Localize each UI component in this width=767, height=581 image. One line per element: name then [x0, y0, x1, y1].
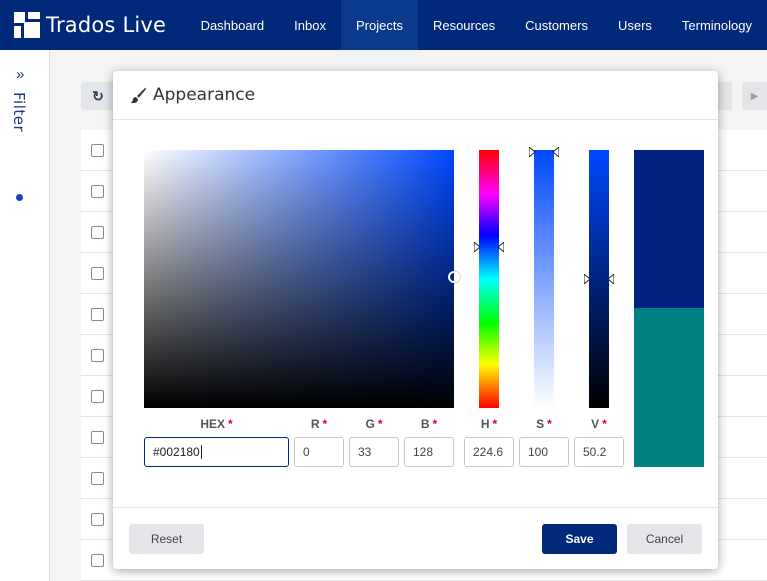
- b-label: B *: [420, 417, 438, 431]
- g-input[interactable]: 33: [349, 437, 399, 467]
- h-label: H *: [480, 417, 498, 431]
- nav-item-projects[interactable]: Projects: [340, 0, 418, 50]
- refresh-icon: ↻: [92, 87, 104, 104]
- row-checkbox[interactable]: [91, 431, 104, 444]
- play-button[interactable]: ▶: [742, 82, 767, 110]
- b-input[interactable]: 128: [404, 437, 454, 467]
- nav-item-customers[interactable]: Customers: [510, 0, 603, 50]
- nav-menu: Dashboard Inbox Projects Resources Custo…: [186, 0, 767, 50]
- row-checkbox[interactable]: [91, 267, 104, 280]
- v-label: V *: [591, 417, 607, 431]
- top-navigation-bar: Trados Live Dashboard Inbox Projects Res…: [0, 0, 767, 50]
- h-input[interactable]: 224.6: [464, 437, 514, 467]
- app-name: Trados Live: [46, 13, 167, 37]
- row-checkbox[interactable]: [91, 390, 104, 403]
- hex-label: HEX *: [200, 417, 233, 431]
- filter-label[interactable]: Filter: [10, 92, 28, 132]
- r-input[interactable]: 0: [294, 437, 344, 467]
- play-icon: ▶: [750, 90, 759, 102]
- dialog-title: Appearance: [153, 85, 256, 105]
- reset-button[interactable]: Reset: [129, 524, 204, 554]
- row-checkbox[interactable]: [91, 554, 104, 567]
- expand-chevron-icon[interactable]: »: [16, 66, 24, 83]
- original-color-swatch[interactable]: [634, 308, 704, 467]
- filter-panel-collapsed[interactable]: » Filter: [0, 50, 50, 581]
- row-checkbox[interactable]: [91, 308, 104, 321]
- text-caret: [200, 445, 202, 459]
- row-checkbox[interactable]: [91, 349, 104, 362]
- save-button[interactable]: Save: [542, 524, 617, 554]
- nav-item-dashboard[interactable]: Dashboard: [186, 0, 280, 50]
- appearance-dialog: Appearance HEX * R * G * B * H * S * V * #00218…: [113, 71, 718, 569]
- row-checkbox[interactable]: [91, 226, 104, 239]
- cancel-button[interactable]: Cancel: [627, 524, 702, 554]
- refresh-button[interactable]: ↻: [81, 82, 115, 110]
- filter-active-dot-icon: [16, 194, 23, 201]
- trados-logo-icon: [14, 12, 40, 38]
- nav-item-resources[interactable]: Resources: [418, 0, 510, 50]
- nav-item-terminology[interactable]: Terminology: [667, 0, 767, 50]
- dialog-footer: Reset Save Cancel: [113, 507, 718, 569]
- new-color-swatch: [634, 150, 704, 308]
- nav-item-users[interactable]: Users: [603, 0, 667, 50]
- dialog-header: Appearance: [113, 71, 718, 120]
- color-preview: [634, 150, 704, 467]
- v-input[interactable]: 50.2: [574, 437, 624, 467]
- select-all-checkbox[interactable]: [91, 144, 104, 157]
- row-checkbox[interactable]: [91, 185, 104, 198]
- saturation-value-picker[interactable]: [144, 150, 454, 408]
- brand[interactable]: Trados Live: [14, 12, 184, 38]
- hue-slider-handle[interactable]: [474, 242, 504, 252]
- r-label: R *: [310, 417, 328, 431]
- row-checkbox[interactable]: [91, 513, 104, 526]
- row-checkbox[interactable]: [91, 472, 104, 485]
- saturation-slider-handle[interactable]: [529, 147, 559, 157]
- nav-item-inbox[interactable]: Inbox: [279, 0, 341, 50]
- hex-input[interactable]: #002180: [144, 437, 289, 467]
- s-label: S *: [536, 417, 552, 431]
- value-slider-handle[interactable]: [584, 274, 614, 284]
- g-label: G *: [365, 417, 383, 431]
- saturation-slider[interactable]: [534, 150, 554, 408]
- s-input[interactable]: 100: [519, 437, 569, 467]
- paintbrush-icon: [130, 87, 146, 104]
- hue-slider[interactable]: [479, 150, 499, 408]
- color-picker-handle[interactable]: [448, 271, 460, 283]
- toolbar-button[interactable]: [718, 82, 732, 110]
